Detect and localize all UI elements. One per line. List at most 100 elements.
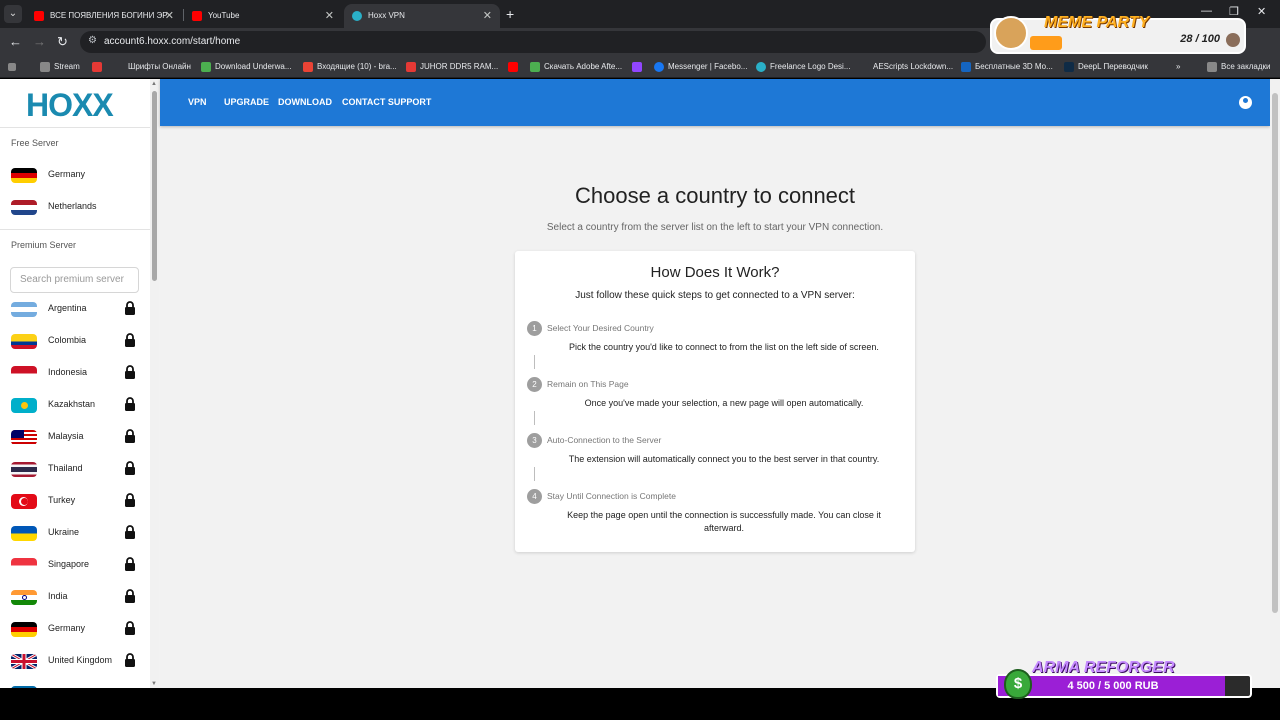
lock-icon <box>125 429 135 443</box>
goal-title: ARMA REFORGER <box>1032 659 1175 676</box>
server-argentina[interactable]: Argentina <box>0 295 150 323</box>
scrollbar-thumb[interactable] <box>1272 93 1278 613</box>
minimize-icon[interactable]: — <box>1201 5 1212 17</box>
server-germany-free[interactable]: Germany <box>0 161 150 189</box>
close-icon[interactable]: ✕ <box>325 4 334 28</box>
step-title: Auto-Connection to the Server <box>547 435 662 445</box>
nav-contact-support[interactable]: CONTACT SUPPORT <box>342 97 431 107</box>
bookmark-item[interactable]: Скачать Adobe Afte... <box>530 56 622 78</box>
tab-video[interactable]: ВСЕ ПОЯВЛЕНИЯ БОГИНИ ЭР ✕ <box>26 4 182 28</box>
bookmark-item[interactable] <box>508 56 522 78</box>
scroll-up-icon[interactable]: ▲ <box>151 81 157 87</box>
youtube-icon <box>508 62 518 72</box>
server-india[interactable]: India <box>0 583 150 611</box>
site-info-icon[interactable]: ⚙ <box>88 35 97 46</box>
meme-party-count: 28 / 100 <box>1180 33 1220 45</box>
bookmark-item[interactable]: Messenger | Facebo... <box>654 56 747 78</box>
server-united-kingdom[interactable]: United Kingdom <box>0 647 150 675</box>
bookmark-item[interactable] <box>92 56 106 78</box>
server-thailand[interactable]: Thailand <box>0 455 150 483</box>
step-description: Once you've made your selection, a new p… <box>584 398 864 408</box>
close-icon[interactable]: ✕ <box>165 4 174 28</box>
bookmark-favicon <box>201 62 211 72</box>
step-number: 4 <box>527 489 542 504</box>
more-bookmarks-icon[interactable]: » <box>1176 56 1180 78</box>
premium-search-input[interactable]: Search premium server <box>10 267 139 293</box>
server-malaysia[interactable]: Malaysia <box>0 423 150 451</box>
bookmark-item[interactable]: Stream <box>40 56 80 78</box>
sidebar-scrollbar[interactable]: ▲ ▼ <box>150 79 159 688</box>
step-number: 1 <box>527 321 542 336</box>
forward-icon[interactable]: → <box>33 34 46 49</box>
step-title: Select Your Desired Country <box>547 323 654 333</box>
step-number: 2 <box>527 377 542 392</box>
bookmark-item[interactable]: AEScripts Lockdown... <box>859 56 953 78</box>
lock-icon <box>125 621 135 635</box>
server-singapore[interactable]: Singapore <box>0 551 150 579</box>
twitch-icon <box>632 62 642 72</box>
step-title: Stay Until Connection is Complete <box>547 491 676 501</box>
uk-flag-icon <box>11 654 37 669</box>
tab-youtube[interactable]: YouTube ✕ <box>184 4 342 28</box>
bookmark-item[interactable]: JUHOR DDR5 RAM... <box>406 56 498 78</box>
lock-icon <box>125 333 135 347</box>
close-window-icon[interactable]: ✕ <box>1257 5 1266 18</box>
close-icon[interactable]: ✕ <box>483 4 492 28</box>
server-colombia[interactable]: Colombia <box>0 327 150 355</box>
bookmark-item[interactable]: Freelance Logo Desi... <box>756 56 851 78</box>
bookmark-item[interactable] <box>632 56 646 78</box>
sweden-flag-icon <box>11 686 37 688</box>
all-bookmarks[interactable]: Все закладки <box>1207 56 1270 78</box>
folder-icon <box>40 62 50 72</box>
step-connector <box>534 467 535 481</box>
address-bar[interactable]: ⚙ account6.hoxx.com/start/home <box>80 31 986 53</box>
turkey-flag-icon <box>11 494 37 509</box>
server-kazakhstan[interactable]: Kazakhstan <box>0 391 150 419</box>
meme-party-title: MEME PARTY <box>1044 14 1150 31</box>
server-netherlands-free[interactable]: Netherlands <box>0 193 150 221</box>
account-icon[interactable] <box>1239 96 1252 109</box>
meme-party-widget: MEME PARTY 28 / 100 <box>990 14 1246 54</box>
server-turkey[interactable]: Turkey <box>0 487 150 515</box>
lock-icon <box>125 557 135 571</box>
scroll-down-icon[interactable]: ▼ <box>151 681 157 687</box>
kazakhstan-flag-icon <box>11 398 37 413</box>
youtube-icon <box>34 11 44 21</box>
tab-hoxx-vpn[interactable]: Hoxx VPN ✕ <box>344 4 500 28</box>
bookmark-item[interactable]: Download Underwa... <box>201 56 291 78</box>
reload-icon[interactable]: ↻ <box>57 34 68 50</box>
bookmark-favicon <box>756 62 766 72</box>
germany-flag-icon <box>11 622 37 637</box>
lock-icon <box>125 301 135 315</box>
bookmark-item[interactable]: Шрифты Онлайн <box>114 56 191 78</box>
argentina-flag-icon <box>11 302 37 317</box>
server-indonesia[interactable]: Indonesia <box>0 359 150 387</box>
server-sidebar: HOXX Free Server Germany Netherlands Pre… <box>0 79 150 688</box>
bookmark-favicon <box>530 62 540 72</box>
page-scrollbar[interactable] <box>1270 79 1280 688</box>
avatar <box>1226 33 1240 47</box>
apps-icon[interactable] <box>8 56 22 78</box>
tab-label: YouTube <box>208 11 240 20</box>
nav-download[interactable]: DOWNLOAD <box>278 97 332 107</box>
server-partial[interactable] <box>0 679 150 688</box>
nav-vpn[interactable]: VPN <box>188 97 207 107</box>
bookmark-item[interactable]: DeepL Переводчик <box>1064 56 1148 78</box>
nav-upgrade[interactable]: UPGRADE <box>224 97 269 107</box>
back-icon[interactable]: ← <box>9 34 22 49</box>
page-viewport: HOXX Free Server Germany Netherlands Pre… <box>0 79 1270 688</box>
divider <box>0 127 150 128</box>
server-germany-premium[interactable]: Germany <box>0 615 150 643</box>
youtube-icon <box>192 11 202 21</box>
hoxx-logo[interactable]: HOXX <box>26 87 114 124</box>
indonesia-flag-icon <box>11 366 37 381</box>
restore-icon[interactable]: ❐ <box>1229 5 1239 18</box>
bookmark-item[interactable]: Входящие (10) - bra... <box>303 56 397 78</box>
page-subtitle: Select a country from the server list on… <box>546 222 884 233</box>
bookmark-item[interactable]: Бесплатные 3D Мо... <box>961 56 1053 78</box>
tab-search-button[interactable]: ⌄ <box>4 5 22 23</box>
scrollbar-thumb[interactable] <box>152 91 157 281</box>
server-ukraine[interactable]: Ukraine <box>0 519 150 547</box>
new-tab-button[interactable]: + <box>506 6 514 22</box>
hoxx-icon <box>352 11 362 21</box>
